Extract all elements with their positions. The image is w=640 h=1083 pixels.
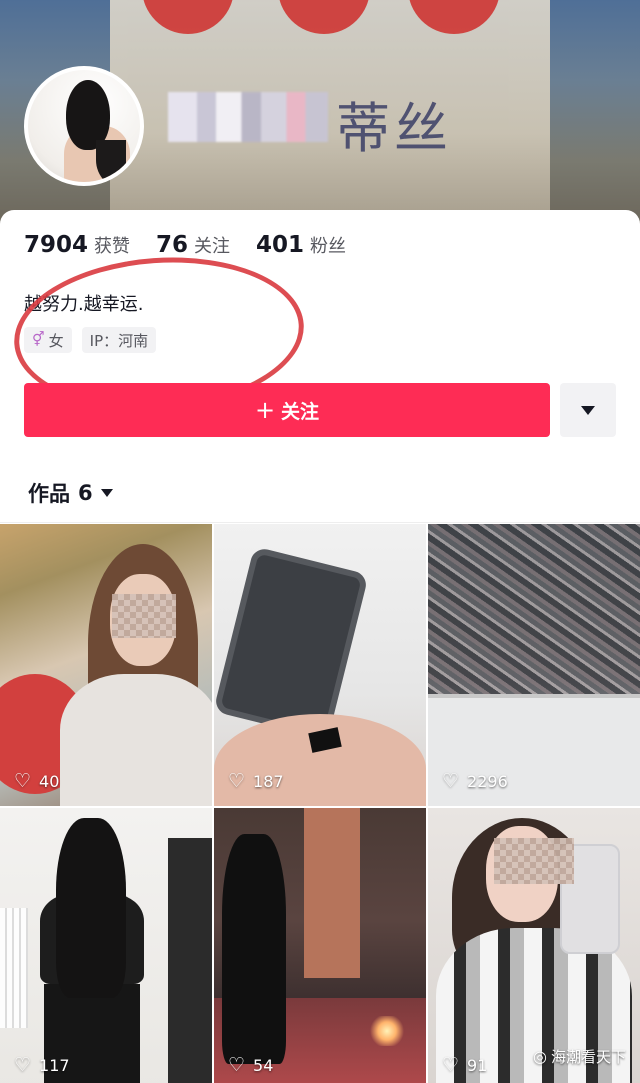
heart-icon: ♡ <box>442 770 460 792</box>
strawberry-pattern <box>278 0 370 34</box>
profile-stats: 7904 获赞 76 关注 401 粉丝 <box>24 232 372 258</box>
ip-label: IP：河南 <box>89 331 149 350</box>
thumb-scene <box>428 524 640 694</box>
heart-icon: ♡ <box>228 770 246 792</box>
face-mosaic <box>494 838 574 884</box>
video-thumbnail[interactable]: ♡ 117 <box>0 808 212 1083</box>
stat-value: 76 <box>156 232 189 258</box>
like-value: 91 <box>467 1055 488 1075</box>
like-count: ♡ 187 <box>228 770 284 792</box>
profile-banner: 蒂丝 <box>0 0 640 230</box>
thumb-scene <box>0 908 28 1028</box>
heart-icon: ♡ <box>442 1054 460 1076</box>
watermark-text: 海潮看天下 <box>550 1048 626 1066</box>
avatar[interactable] <box>24 66 144 186</box>
thumb-scene <box>56 818 126 998</box>
strawberry-pattern <box>408 0 500 34</box>
profile-bio: 越努力.越幸运. <box>24 294 144 315</box>
like-value: 40 <box>39 771 60 791</box>
thumb-scene <box>222 834 286 1064</box>
more-button[interactable] <box>560 383 616 437</box>
video-thumbnail[interactable]: ♡ 40 <box>0 524 212 806</box>
video-thumbnail[interactable]: ♡ 54 <box>214 808 426 1083</box>
gender-tag: ⚥ 女 <box>24 327 72 353</box>
follow-label: 关注 <box>281 400 320 423</box>
stat-value: 401 <box>256 232 305 258</box>
video-thumbnail[interactable]: ♡ 91 <box>428 808 640 1083</box>
like-value: 2296 <box>467 771 508 791</box>
like-value: 54 <box>253 1055 274 1075</box>
like-value: 117 <box>39 1055 70 1075</box>
like-count: ♡ 40 <box>14 770 59 792</box>
like-count: ♡ 2296 <box>442 770 508 792</box>
stat-followers[interactable]: 401 粉丝 <box>256 232 346 258</box>
profile-tags: ⚥ 女 IP：河南 <box>24 327 166 353</box>
heart-icon: ♡ <box>228 1054 246 1076</box>
gender-icon: ⚥ <box>32 332 45 348</box>
stat-following[interactable]: 76 关注 <box>156 232 230 258</box>
heart-icon: ♡ <box>14 1054 32 1076</box>
stat-label: 获赞 <box>94 236 131 257</box>
caret-down-icon <box>100 489 113 497</box>
thumb-scene <box>60 674 212 806</box>
ip-tag: IP：河南 <box>81 327 157 353</box>
stat-label: 粉丝 <box>310 236 347 257</box>
video-thumbnail[interactable]: ♡ 2296 <box>428 524 640 806</box>
like-value: 187 <box>253 771 284 791</box>
face-mosaic <box>112 594 176 638</box>
video-thumbnail[interactable]: ♡ 187 <box>214 524 426 806</box>
like-count: ♡ 54 <box>228 1054 273 1076</box>
like-count: ♡ 91 <box>442 1054 487 1076</box>
video-grid: ♡ 40 ♡ 187 ♡ 2296 ♡ 117 ♡ 54 ♡ 91 <box>0 524 640 1083</box>
watermark: ◎ 海潮看天下 <box>533 1046 626 1067</box>
chevron-down-icon <box>581 405 595 415</box>
strawberry-pattern <box>142 0 234 34</box>
tab-works-label: 作品 <box>28 482 70 506</box>
follow-button[interactable]: + 关注 <box>24 383 550 437</box>
stat-value: 7904 <box>24 232 89 258</box>
like-count: ♡ 117 <box>14 1054 70 1076</box>
thumb-scene <box>304 808 360 978</box>
stat-likes: 7904 获赞 <box>24 232 130 258</box>
divider <box>0 522 640 523</box>
username-mosaic <box>168 92 328 142</box>
weibo-icon: ◎ <box>533 1047 547 1066</box>
username: 蒂丝 <box>168 78 498 162</box>
thumb-scene <box>214 546 369 740</box>
stat-label: 关注 <box>194 236 231 257</box>
tab-works-count: 6 <box>78 481 93 505</box>
profile-card: 7904 获赞 76 关注 401 粉丝 越努力.越幸运. ⚥ 女 IP：河南 … <box>0 210 640 1083</box>
plus-icon: + <box>254 396 276 424</box>
thumb-scene <box>370 1016 404 1046</box>
thumb-scene <box>214 714 426 806</box>
username-text: 蒂丝 <box>336 97 452 160</box>
heart-icon: ♡ <box>14 770 32 792</box>
gender-label: 女 <box>48 331 64 350</box>
thumb-scene <box>168 838 212 1083</box>
tab-works[interactable]: 作品 6 <box>28 478 113 508</box>
